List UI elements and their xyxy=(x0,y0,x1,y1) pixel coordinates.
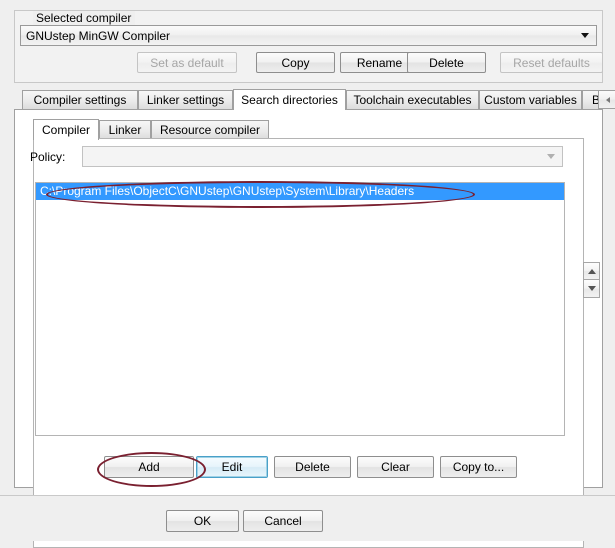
outer-tabstrip: Compiler settings Linker settings Search… xyxy=(14,89,615,110)
triangle-up-icon xyxy=(587,268,596,274)
edit-button[interactable]: Edit xyxy=(196,456,268,478)
inner-tab-resource-compiler-label: Resource compiler xyxy=(159,123,261,137)
tab-toolchain-executables[interactable]: Toolchain executables xyxy=(346,90,479,109)
add-button-label: Add xyxy=(138,460,160,474)
inner-tab-compiler[interactable]: Compiler xyxy=(33,119,99,140)
move-down-button[interactable] xyxy=(583,280,600,298)
inner-tab-compiler-label: Compiler xyxy=(41,123,90,137)
delete-directory-button[interactable]: Delete xyxy=(274,456,351,478)
selected-compiler-legend: Selected compiler xyxy=(33,11,136,25)
add-button[interactable]: Add xyxy=(104,456,194,478)
delete-directory-button-label: Delete xyxy=(295,460,330,474)
list-reorder-spinner xyxy=(583,262,600,298)
delete-compiler-button[interactable]: Delete xyxy=(407,52,486,73)
set-as-default-button[interactable]: Set as default xyxy=(137,52,237,73)
policy-select[interactable] xyxy=(82,146,563,167)
copy-to-button-label: Copy to... xyxy=(452,460,505,474)
tab-scroll-controls xyxy=(598,90,615,109)
clear-button-label: Clear xyxy=(381,460,410,474)
ok-button-label: OK xyxy=(193,514,212,528)
tab-search-directories[interactable]: Search directories xyxy=(233,89,346,110)
edit-button-label: Edit xyxy=(221,460,243,474)
tab-linker-settings-label: Linker settings xyxy=(146,93,225,107)
clear-button[interactable]: Clear xyxy=(357,456,434,478)
tab-linker-settings[interactable]: Linker settings xyxy=(138,90,233,109)
delete-compiler-button-label: Delete xyxy=(429,55,464,70)
tab-compiler-settings[interactable]: Compiler settings xyxy=(22,90,138,109)
inner-tab-linker-label: Linker xyxy=(108,123,142,137)
list-item[interactable]: C:\Program Files\ObjectC\GNUstep\GNUstep… xyxy=(36,183,564,200)
tab-custom-variables-label: Custom variables xyxy=(484,93,577,107)
copy-compiler-button-label: Copy xyxy=(281,55,310,70)
policy-label: Policy: xyxy=(30,150,66,164)
inner-tabstrip: Compiler Linker Resource compiler xyxy=(25,119,585,140)
tab-custom-variables[interactable]: Custom variables xyxy=(479,90,582,109)
copy-compiler-button[interactable]: Copy xyxy=(256,52,335,73)
chevron-down-icon xyxy=(547,154,555,159)
copy-to-button[interactable]: Copy to... xyxy=(440,456,517,478)
tab-search-directories-label: Search directories xyxy=(241,93,338,107)
ok-button[interactable]: OK xyxy=(166,510,239,532)
inner-tab-resource-compiler[interactable]: Resource compiler xyxy=(151,120,269,139)
set-as-default-button-label: Set as default xyxy=(150,55,224,70)
reset-defaults-button-label: Reset defaults xyxy=(513,55,590,70)
compiler-select-value: GNUstep MinGW Compiler xyxy=(26,28,171,43)
reset-defaults-button[interactable]: Reset defaults xyxy=(500,52,603,73)
cancel-button[interactable]: Cancel xyxy=(243,510,323,532)
compiler-select[interactable]: GNUstep MinGW Compiler xyxy=(20,25,597,46)
cancel-button-label: Cancel xyxy=(264,514,302,528)
rename-compiler-button-label: Rename xyxy=(356,55,403,70)
inner-tab-linker[interactable]: Linker xyxy=(99,120,151,139)
search-directories-list[interactable]: C:\Program Files\ObjectC\GNUstep\GNUstep… xyxy=(35,182,565,436)
triangle-left-icon xyxy=(605,96,610,103)
tab-scroll-left-button[interactable] xyxy=(598,90,615,109)
triangle-down-icon xyxy=(587,286,596,291)
move-up-button[interactable] xyxy=(583,262,600,280)
tab-compiler-settings-label: Compiler settings xyxy=(33,93,127,107)
chevron-down-icon xyxy=(581,33,589,38)
tab-toolchain-executables-label: Toolchain executables xyxy=(353,93,472,107)
